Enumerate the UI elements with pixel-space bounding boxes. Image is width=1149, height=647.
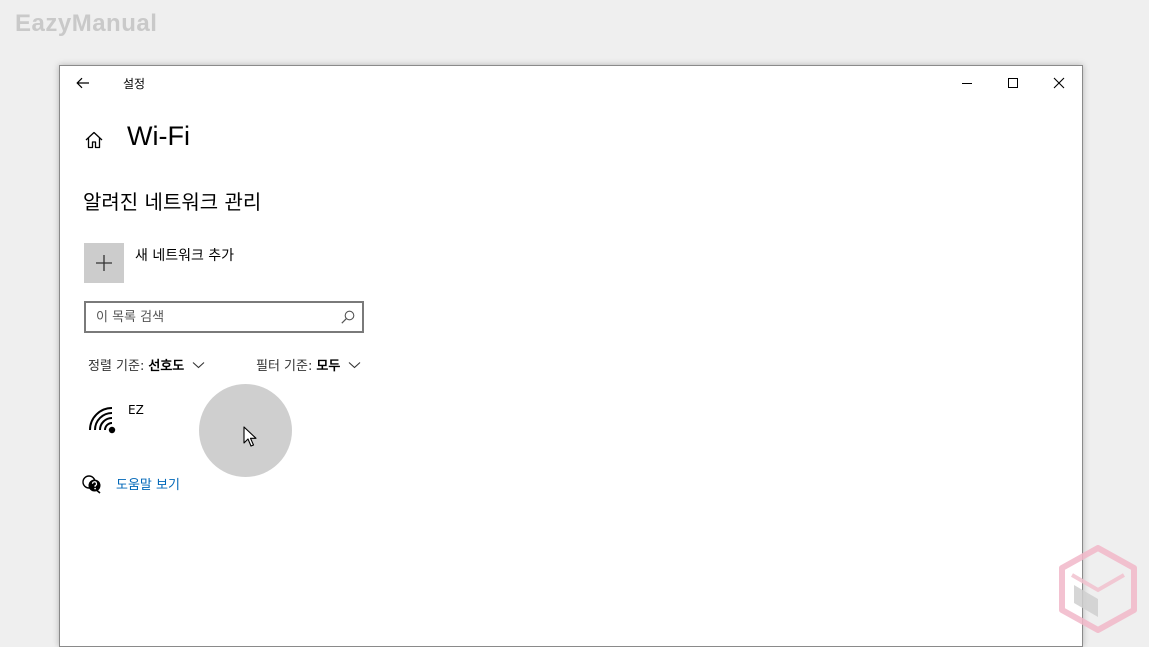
close-button[interactable] <box>1044 70 1074 96</box>
page-title: Wi-Fi <box>127 121 190 151</box>
close-icon <box>1053 77 1065 89</box>
chevron-down-icon <box>192 361 205 369</box>
back-arrow-icon <box>76 77 89 89</box>
settings-window: 설정 Wi-Fi 알려진 네트워크 관리 새 네트워크 추가 이 목록 검색 정… <box>59 65 1083 647</box>
sort-label: 정렬 기준: <box>88 359 145 374</box>
filter-label: 필터 기준: <box>256 359 313 374</box>
minimize-icon <box>962 83 972 84</box>
sort-value: 선호도 <box>148 359 185 374</box>
plus-icon <box>96 255 112 271</box>
window-title: 설정 <box>123 77 146 91</box>
help-link[interactable]: 도움말 보기 <box>116 474 180 493</box>
search-input[interactable] <box>86 303 336 331</box>
back-button[interactable] <box>72 72 94 94</box>
add-network-label[interactable]: 새 네트워크 추가 <box>135 245 234 265</box>
title-bar: 설정 <box>60 66 1082 99</box>
maximize-icon <box>1008 78 1018 88</box>
add-network-button[interactable] <box>84 243 124 283</box>
eazymanual-brand-text: EazyManual <box>15 10 158 37</box>
sort-dropdown[interactable]: 정렬 기준: 선호도 <box>88 355 205 374</box>
wifi-icon <box>89 407 116 434</box>
network-name: EZ <box>128 403 144 417</box>
search-box <box>84 301 364 333</box>
home-icon <box>85 131 103 149</box>
section-title: 알려진 네트워크 관리 <box>83 190 262 214</box>
help-chat-icon <box>82 475 101 494</box>
filter-dropdown[interactable]: 필터 기준: 모두 <box>256 355 361 374</box>
filter-value: 모두 <box>316 359 341 374</box>
home-button[interactable] <box>82 128 106 152</box>
watermark-logo-icon <box>1059 545 1137 633</box>
chevron-down-icon <box>348 361 361 369</box>
search-icon[interactable] <box>340 309 356 325</box>
maximize-button[interactable] <box>998 70 1028 96</box>
minimize-button[interactable] <box>952 70 982 96</box>
network-list-item[interactable]: EZ <box>80 398 380 442</box>
